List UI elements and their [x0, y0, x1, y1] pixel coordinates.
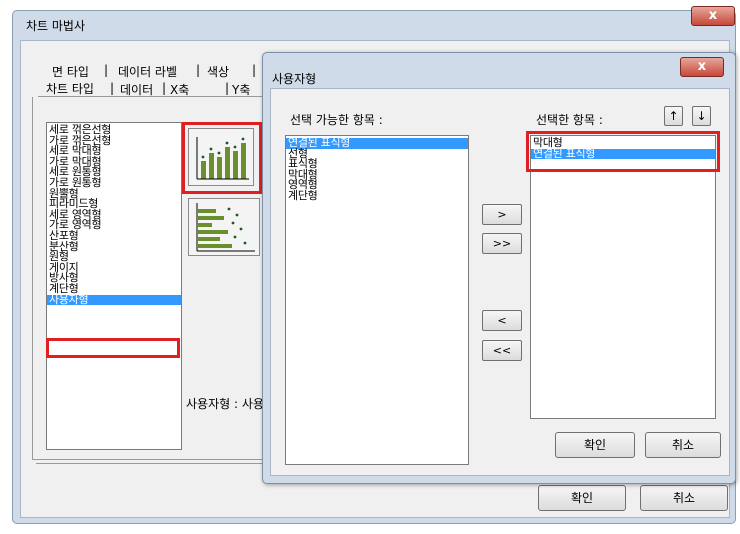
move-all-right-button[interactable]: >>	[482, 233, 522, 254]
tab-data-label[interactable]: 데이터 라벨	[118, 63, 177, 80]
tab-separator: |	[104, 63, 109, 77]
tab-separator: |	[110, 81, 115, 95]
tab-separator: |	[196, 63, 201, 77]
tab-separator: |	[162, 81, 167, 95]
highlight-annotation	[46, 338, 180, 358]
wizard-ok-button[interactable]: 확인	[538, 485, 626, 511]
horizontal-bar-scatter-icon[interactable]	[188, 198, 260, 256]
tab-separator: |	[225, 81, 230, 95]
custom-close-button[interactable]: x	[680, 57, 724, 77]
custom-cancel-button[interactable]: 취소	[645, 432, 721, 458]
wizard-cancel-button[interactable]: 취소	[640, 485, 728, 511]
chart-type-list[interactable]: 세로 꺾은선형 가로 꺾은선형 세로 막대형 가로 막대형 세로 원통형 가로 …	[46, 122, 182, 450]
list-item-selected[interactable]: 사용자형	[47, 294, 181, 306]
wizard-title: 차트 마법사	[26, 19, 86, 33]
chart-type-description: 사용자형 : 사용	[186, 397, 264, 411]
move-up-button[interactable]: ↑	[664, 106, 683, 126]
available-items-label: 선택 가능한 항목 :	[290, 113, 383, 127]
custom-ok-button[interactable]: 확인	[555, 432, 635, 458]
selected-items-label: 선택한 항목 :	[536, 113, 603, 127]
move-right-button[interactable]: >	[482, 204, 522, 225]
tab-color[interactable]: 색상	[207, 63, 229, 80]
move-left-button[interactable]: <	[482, 310, 522, 331]
tab-surface-type[interactable]: 면 타입	[52, 63, 89, 80]
highlight-annotation	[182, 122, 262, 194]
tab-separator: |	[252, 63, 257, 77]
selected-items-list[interactable]: 막대형 연결된 표식형	[530, 135, 716, 419]
move-down-button[interactable]: ↓	[692, 106, 711, 126]
highlight-annotation	[526, 131, 720, 172]
custom-dialog-title: 사용자형	[272, 72, 317, 86]
list-item-selected[interactable]: 연결된 표식형	[286, 137, 468, 149]
tab-chart-type[interactable]: 차트 타입	[46, 80, 94, 97]
wizard-close-button[interactable]: x	[691, 6, 735, 26]
move-all-left-button[interactable]: <<	[482, 340, 522, 361]
list-item[interactable]: 계단형	[286, 190, 468, 202]
available-items-list[interactable]: 연결된 표식형 선형 표식형 막대형 영역형 계단형	[285, 135, 469, 465]
